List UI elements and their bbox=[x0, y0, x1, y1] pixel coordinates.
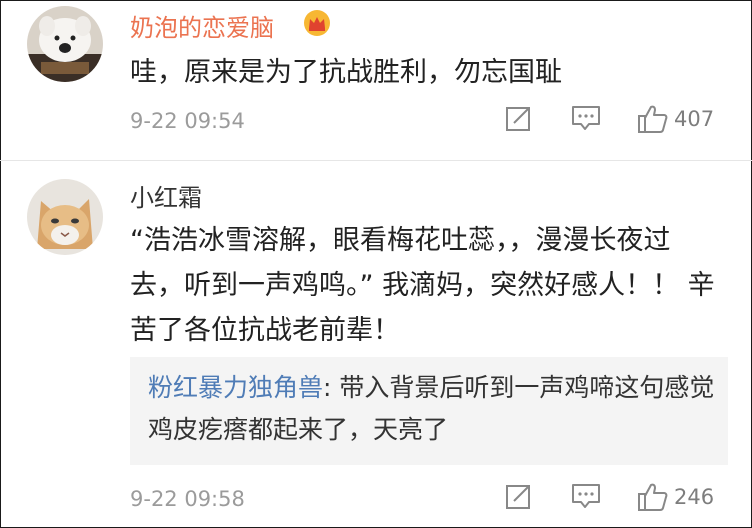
comment-icon bbox=[572, 484, 600, 508]
avatar[interactable] bbox=[27, 6, 103, 82]
comment-text: “浩浩冰雪溶解，眼看梅花吐蕊，，漫漫长夜过去，听到一声鸡鸣。” 我滴妈，突然好感… bbox=[130, 225, 715, 346]
reply-username[interactable]: 粉红暴力独角兽 bbox=[148, 373, 323, 402]
share-icon bbox=[506, 485, 530, 509]
timestamp: 9-22 09:58 bbox=[130, 487, 245, 511]
thumbs-up-icon bbox=[638, 483, 668, 511]
comment-item: 奶泡的恋爱脑 哇，原来是为了抗战胜利，勿忘国耻 9-22 09:54 407 bbox=[0, 0, 752, 160]
like-count: 246 bbox=[674, 485, 715, 509]
share-button[interactable] bbox=[505, 104, 533, 132]
comment-text: 哇，原来是为了抗战胜利，勿忘国耻 bbox=[130, 57, 562, 88]
username[interactable]: 小红霜 bbox=[130, 178, 202, 213]
reply-text: 粉红暴力独角兽: 带入背景后听到一声鸡啼这句感觉鸡皮疙瘩都起来了，天亮了 bbox=[148, 367, 718, 451]
comment-item: 小红霜 “浩浩冰雪溶解，眼看梅花吐蕊，，漫漫长夜过去，听到一声鸡鸣。” 我滴妈，… bbox=[0, 160, 752, 528]
reply-quote[interactable]: 粉红暴力独角兽: 带入背景后听到一声鸡啼这句感觉鸡皮疙瘩都起来了，天亮了 bbox=[130, 357, 728, 465]
share-icon bbox=[506, 107, 530, 131]
crown-icon bbox=[302, 9, 332, 37]
like-button[interactable]: 407 bbox=[637, 104, 714, 134]
thumbs-up-icon bbox=[638, 105, 668, 133]
share-button[interactable] bbox=[505, 482, 533, 510]
like-button[interactable]: 246 bbox=[637, 482, 714, 512]
timestamp: 9-22 09:54 bbox=[130, 109, 245, 133]
comment-button[interactable] bbox=[571, 482, 601, 510]
like-count: 407 bbox=[674, 107, 715, 131]
username[interactable]: 奶泡的恋爱脑 bbox=[130, 8, 274, 43]
comment-button[interactable] bbox=[571, 104, 601, 132]
avatar[interactable] bbox=[27, 179, 103, 255]
comment-icon bbox=[572, 106, 600, 130]
